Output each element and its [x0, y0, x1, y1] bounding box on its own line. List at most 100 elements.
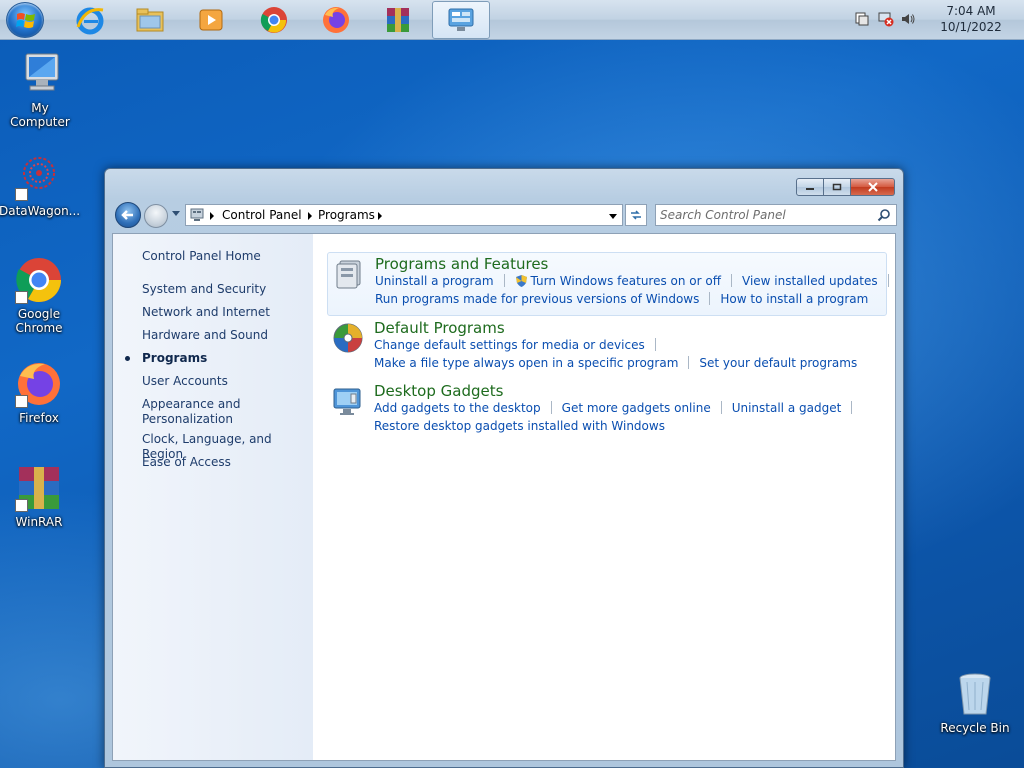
link-divider [720, 401, 722, 414]
start-button[interactable] [6, 2, 44, 38]
link-uninstall-a-program[interactable]: Uninstall a program [375, 274, 494, 288]
recent-pages-dropdown-icon[interactable] [171, 210, 181, 218]
desktop-icon-label: Recycle Bin [940, 721, 1010, 735]
breadcrumb-separator-icon[interactable] [308, 212, 312, 220]
clock-date: 10/1/2022 [940, 20, 1002, 34]
desktop-gadgets-icon [333, 388, 361, 415]
taskbar-media-player[interactable] [183, 1, 239, 39]
window-controls [796, 178, 895, 196]
link-restore-desktop-gadgets[interactable]: Restore desktop gadgets installed with W… [374, 419, 665, 433]
link-run-older-programs[interactable]: Run programs made for previous versions … [375, 292, 699, 306]
restore-icon [832, 183, 842, 191]
desktop-icon-my-computer[interactable]: My Computer [0, 50, 80, 129]
back-button[interactable] [115, 202, 141, 228]
link-file-type-associations[interactable]: Make a file type always open in a specif… [374, 356, 678, 370]
datawagon-icon [15, 153, 63, 201]
breadcrumb-separator-icon[interactable] [378, 212, 382, 220]
close-button[interactable] [851, 178, 895, 196]
category-desktop-gadgets: Desktop Gadgets Add gadgets to the deskt… [327, 380, 887, 442]
forward-button[interactable] [144, 204, 168, 228]
navigation-bar: Control Panel Programs [113, 202, 897, 228]
computer-icon [16, 50, 64, 98]
search-icon[interactable] [877, 208, 891, 222]
refresh-button[interactable] [625, 204, 647, 226]
volume-icon[interactable] [900, 11, 916, 27]
category-links-row: Make a file type always open in a specif… [374, 356, 857, 372]
chrome-icon [15, 256, 63, 304]
address-dropdown-icon[interactable] [608, 213, 618, 221]
desktop-icon-winrar[interactable]: WinRAR [0, 464, 79, 529]
shortcut-arrow-icon [15, 395, 28, 408]
clock[interactable]: 7:04 AM 10/1/2022 [938, 3, 1004, 35]
taskbar: 7:04 AM 10/1/2022 [0, 0, 1024, 40]
sidebar-item-network-and-internet[interactable]: Network and Internet [142, 305, 270, 320]
link-set-default-programs[interactable]: Set your default programs [699, 356, 857, 370]
search-input[interactable] [660, 207, 870, 223]
link-change-default-media-settings[interactable]: Change default settings for media or dev… [374, 338, 645, 352]
link-view-installed-updates[interactable]: View installed updates [742, 274, 878, 288]
category-title[interactable]: Desktop Gadgets [374, 382, 503, 400]
taskbar-google-chrome[interactable] [246, 1, 302, 39]
refresh-icon [631, 210, 641, 220]
media-player-icon [199, 9, 223, 31]
link-uninstall-a-gadget[interactable]: Uninstall a gadget [732, 401, 842, 415]
minimize-icon [806, 188, 814, 190]
network-disconnected-icon[interactable] [878, 11, 894, 27]
taskbar-file-explorer[interactable] [122, 1, 178, 39]
category-links-row: Change default settings for media or dev… [374, 338, 666, 354]
link-divider [654, 338, 656, 351]
link-add-gadgets[interactable]: Add gadgets to the desktop [374, 401, 541, 415]
address-bar[interactable]: Control Panel Programs [185, 204, 623, 226]
sidebar-item-hardware-and-sound[interactable]: Hardware and Sound [142, 328, 268, 343]
taskbar-internet-explorer[interactable] [62, 1, 118, 39]
minimize-button[interactable] [796, 178, 824, 196]
sidebar-item-programs[interactable]: Programs [142, 351, 207, 366]
category-default-programs: Default Programs Change default settings… [327, 317, 887, 379]
arrow-left-icon [121, 210, 133, 220]
shortcut-arrow-icon [15, 499, 28, 512]
link-divider [550, 401, 552, 414]
desktop-icon-firefox[interactable]: Firefox [0, 360, 79, 425]
link-divider [731, 274, 733, 287]
windows-logo-icon [16, 13, 35, 28]
breadcrumb-control-panel[interactable]: Control Panel [222, 208, 302, 222]
desktop-icon-label: Firefox [19, 411, 59, 425]
sidebar-item-control-panel-home[interactable]: Control Panel Home [142, 249, 261, 264]
link-how-to-install-a-program[interactable]: How to install a program [720, 292, 868, 306]
category-links-row: Add gadgets to the desktop Get more gadge… [374, 401, 862, 417]
link-turn-windows-features[interactable]: Turn Windows features on or off [531, 274, 722, 288]
taskbar-control-panel[interactable] [432, 1, 490, 39]
sidebar-item-user-accounts[interactable]: User Accounts [142, 374, 228, 389]
default-programs-icon [333, 323, 363, 353]
category-programs-and-features: Programs and Features Uninstall a progra… [327, 252, 889, 316]
category-links-row: Restore desktop gadgets installed with W… [374, 419, 665, 435]
desktop-icon-label: DataWagon... [0, 204, 81, 218]
desktop-icon-datawagon[interactable]: DataWagon... [0, 153, 81, 218]
sidebar-item-appearance-and-personalization[interactable]: Appearance and Personalization [142, 397, 262, 427]
desktop-icon-recycle-bin[interactable]: Recycle Bin [935, 670, 1015, 735]
link-get-more-gadgets[interactable]: Get more gadgets online [562, 401, 711, 415]
search-box[interactable] [655, 204, 897, 226]
category-title[interactable]: Programs and Features [375, 255, 548, 273]
taskbar-winrar[interactable] [370, 1, 426, 39]
desktop-icon-google-chrome[interactable]: Google Chrome [0, 256, 79, 335]
sidebar-item-ease-of-access[interactable]: Ease of Access [142, 455, 231, 470]
sidebar-item-system-and-security[interactable]: System and Security [142, 282, 266, 297]
system-tray: 7:04 AM 10/1/2022 [854, 0, 1024, 40]
action-center-icon[interactable] [854, 11, 870, 27]
firefox-icon [15, 360, 63, 408]
taskbar-firefox[interactable] [308, 1, 364, 39]
breadcrumb-programs[interactable]: Programs [318, 208, 375, 222]
desktop-icon-label: Google Chrome [15, 307, 63, 335]
shortcut-arrow-icon [15, 291, 28, 304]
programs-and-features-icon [336, 260, 361, 289]
desktop-icon-label: My Computer [10, 101, 70, 129]
firefox-icon [323, 7, 349, 33]
close-icon [867, 182, 878, 192]
restore-button[interactable] [824, 178, 851, 196]
link-divider [709, 292, 711, 305]
desktop-icon-label: WinRAR [15, 515, 63, 529]
category-title[interactable]: Default Programs [374, 319, 505, 337]
chrome-icon [260, 7, 287, 33]
winrar-icon [15, 464, 63, 512]
